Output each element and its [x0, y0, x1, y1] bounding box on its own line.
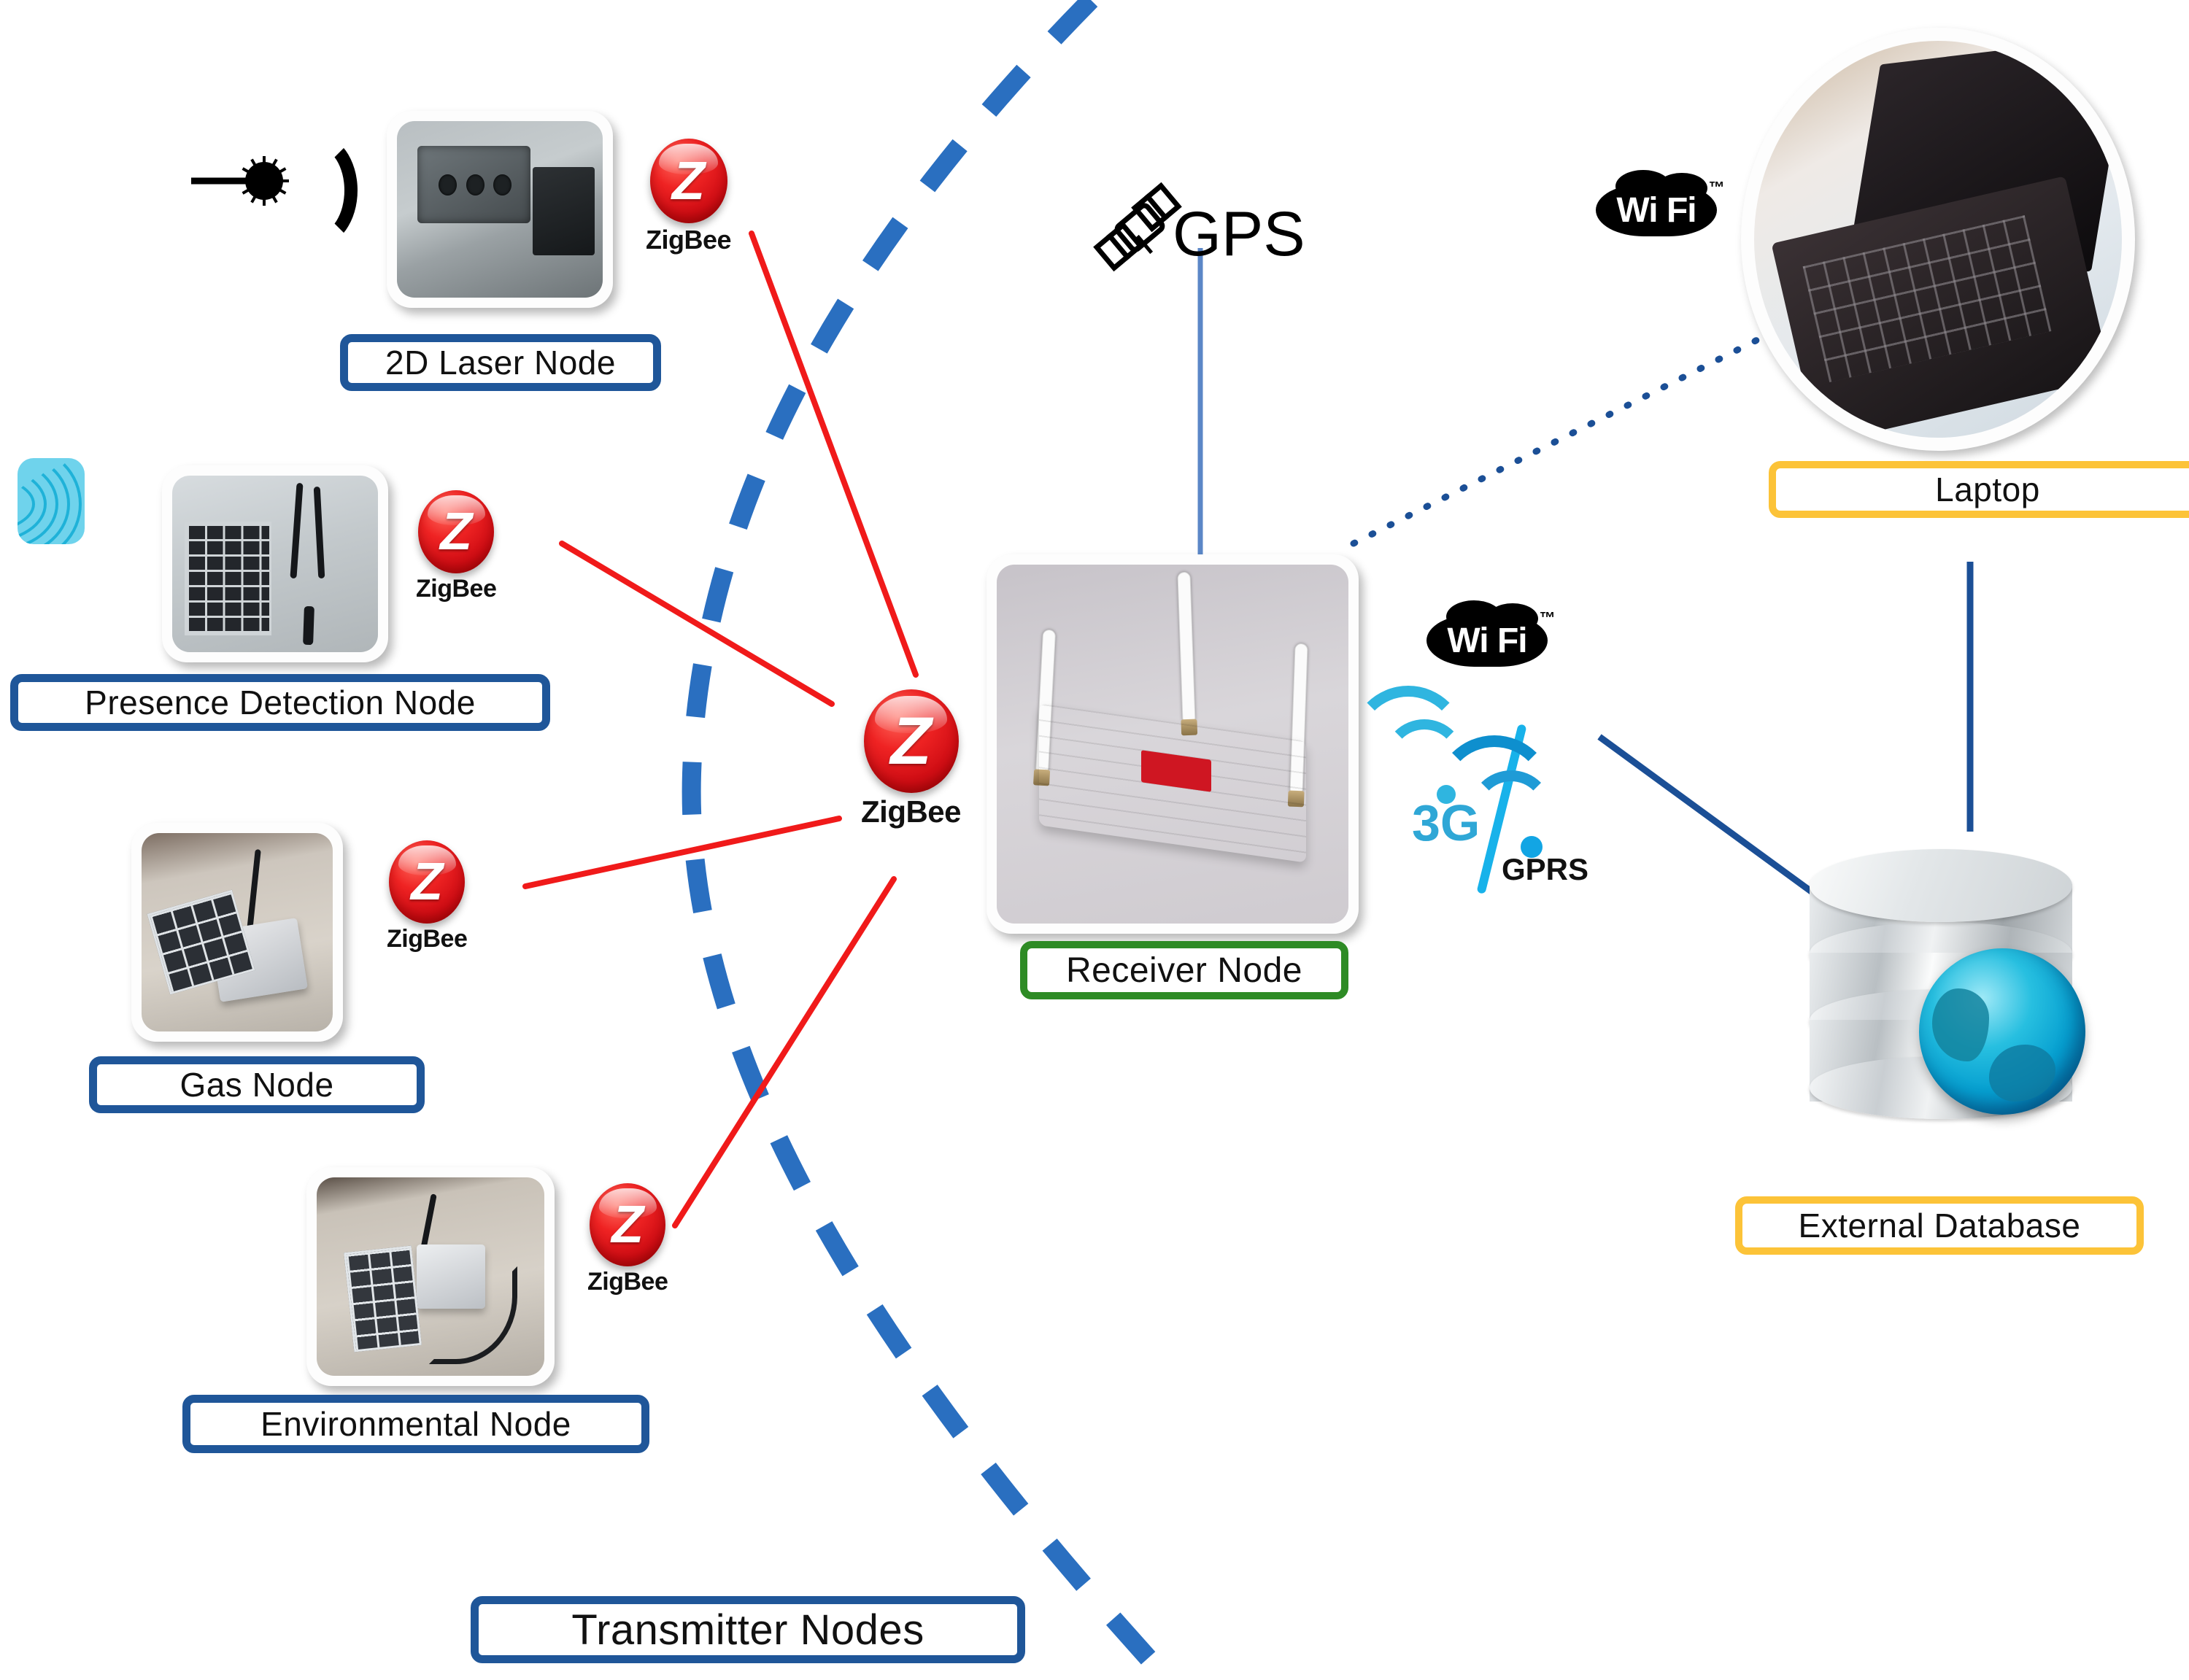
gps-label: GPS — [1173, 199, 1305, 269]
zigbee-link-env — [672, 876, 897, 1228]
wifi-text: Wi Fi — [1447, 621, 1527, 660]
zigbee-link-gas — [522, 816, 842, 889]
zigbee-link-laser — [749, 231, 919, 678]
zigbee-mark: Z — [890, 704, 932, 778]
zigbee-badge-laser: Z ZigBee — [646, 139, 732, 255]
label-node-laser: 2D Laser Node — [340, 334, 661, 391]
node-photo-receiver — [987, 554, 1359, 934]
wifi-tm: ™ — [1708, 177, 1725, 196]
zigbee-label: ZigBee — [387, 925, 468, 953]
node-photo-environmental — [306, 1167, 555, 1386]
label-text: Transmitter Nodes — [571, 1606, 924, 1654]
gprs-signal-icon — [1435, 735, 1591, 858]
wifi-icon-receiver: Wi Fi ™ — [1421, 600, 1556, 676]
label-node-environmental: Environmental Node — [182, 1395, 649, 1453]
zigbee-mark: Z — [611, 1196, 644, 1254]
node-photo-laptop — [1741, 28, 2135, 451]
label-text: Laptop — [1935, 471, 2040, 508]
zigbee-mark: Z — [671, 150, 706, 211]
node-photo-gas — [131, 823, 343, 1042]
node-photo-laser — [387, 111, 613, 308]
label-text: Environmental Node — [260, 1405, 571, 1443]
zigbee-badge-receiver-hub: Z ZigBee — [861, 689, 962, 829]
label-node-database: External Database — [1735, 1196, 2144, 1255]
label-text: External Database — [1798, 1207, 2081, 1244]
label-transmitter-group: Transmitter Nodes — [471, 1596, 1025, 1663]
label-node-receiver: Receiver Node — [1020, 941, 1348, 999]
label-text: 2D Laser Node — [385, 344, 616, 382]
diagram-canvas: Z ZigBee 2D Laser Node Z ZigBee Presence… — [0, 0, 2189, 1680]
gprs-label: GPRS — [1502, 852, 1589, 886]
zigbee-label: ZigBee — [646, 225, 732, 255]
zigbee-link-presence — [559, 541, 835, 707]
label-text: Presence Detection Node — [85, 684, 476, 721]
label-node-gas: Gas Node — [89, 1056, 425, 1113]
zigbee-mark: Z — [440, 503, 473, 561]
zigbee-label: ZigBee — [861, 794, 962, 829]
wifi-link-laptop — [1350, 328, 1777, 547]
laser-beam-icon — [191, 130, 358, 247]
wifi-tm: ™ — [1539, 608, 1556, 627]
cellular-database-link — [1597, 734, 1826, 904]
zigbee-badge-presence: Z ZigBee — [416, 490, 497, 603]
label-node-laptop: Laptop — [1769, 461, 2189, 518]
satellite-icon — [1093, 182, 1182, 272]
laser-lens-dots — [434, 174, 517, 196]
globe-icon — [1919, 948, 2085, 1115]
zigbee-badge-gas: Z ZigBee — [387, 840, 468, 953]
node-photo-presence — [162, 465, 388, 662]
label-node-presence: Presence Detection Node — [10, 674, 550, 731]
zigbee-mark: Z — [411, 853, 444, 911]
zigbee-badge-environmental: Z ZigBee — [587, 1183, 668, 1296]
label-text: Receiver Node — [1066, 951, 1302, 990]
wifi-icon-laptop: Wi Fi ™ — [1591, 169, 1725, 245]
label-text: Gas Node — [179, 1066, 334, 1104]
presence-wave-icon — [18, 458, 85, 544]
wifi-text: Wi Fi — [1616, 190, 1696, 230]
zigbee-label: ZigBee — [587, 1268, 668, 1296]
zigbee-label: ZigBee — [416, 575, 497, 603]
